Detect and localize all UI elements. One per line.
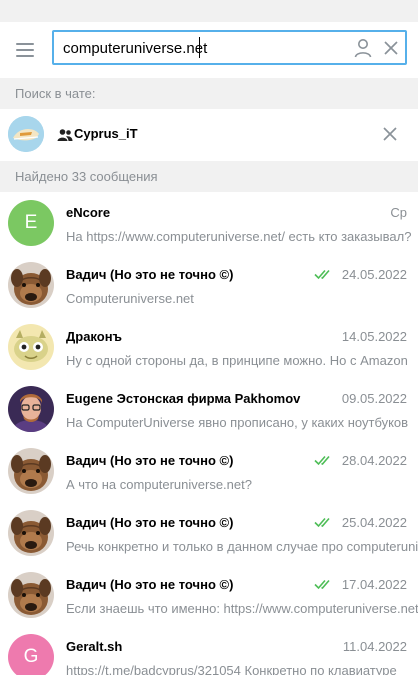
user-filter-icon[interactable] xyxy=(353,37,373,59)
result-sender-name: Драконъ xyxy=(66,329,123,344)
result-date: 28.04.2022 xyxy=(341,453,407,468)
clear-search-icon[interactable] xyxy=(381,37,401,59)
search-result-item[interactable]: Драконъ 14.05.2022 Ну с одной стороны да, … xyxy=(0,316,418,378)
result-message-preview: Речь конкретно и только в данном случае … xyxy=(66,539,418,554)
avatar-person-image xyxy=(8,386,54,432)
result-date: 11.04.2022 xyxy=(342,639,407,654)
result-sender-name: Geralt.sh xyxy=(66,639,123,654)
result-message-preview: Если знаешь что именно: https://www.comp… xyxy=(66,601,418,616)
double-check-icon xyxy=(314,517,330,528)
result-sender-name: Вадич (Но это не точно ©) xyxy=(66,515,234,530)
result-message-preview: Computeruniverse.net xyxy=(66,291,194,306)
result-message-preview: На ComputerUniverse явно прописано, у ка… xyxy=(66,415,409,430)
result-date: 25.04.2022 xyxy=(341,515,407,530)
search-result-item[interactable]: Вадич (Но это не точно ©) 24.05.2022 Compu… xyxy=(0,254,418,316)
avatar-toy-image xyxy=(8,324,54,370)
avatar-dog-image xyxy=(8,572,54,618)
result-sender-name: Eugene Эстонская фирма Pakhomov xyxy=(66,391,301,406)
result-message-preview: А что на computeruniverse.net? xyxy=(66,477,252,492)
search-result-item[interactable]: G Geralt.sh 11.04.2022 https://t.me/badcypr… xyxy=(0,626,418,675)
top-strip xyxy=(0,0,418,22)
result-date: Ср xyxy=(390,205,407,220)
group-icon xyxy=(57,129,73,141)
result-sender-name: Вадич (Но это не точно ©) xyxy=(66,267,234,282)
avatar-dog-image xyxy=(8,448,54,494)
search-result-item[interactable]: Вадич (Но это не точно ©) 17.04.2022 Если … xyxy=(0,564,418,626)
result-message-preview: Ну с одной стороны да, в принципе можно.… xyxy=(66,353,408,368)
search-result-item[interactable]: EeNcore Ср На https://www.computeruniverse… xyxy=(0,192,418,254)
result-sender-name: Вадич (Но это не точно ©) xyxy=(66,577,234,592)
results-count-label: Найдено 33 сообщения xyxy=(0,161,418,192)
result-message-preview: https://t.me/badcyprus/321054 Конкретно … xyxy=(66,663,397,675)
search-input[interactable] xyxy=(63,38,343,58)
result-date: 24.05.2022 xyxy=(341,267,407,282)
result-sender-name: Вадич (Но это не точно ©) xyxy=(66,453,234,468)
avatar: E xyxy=(8,200,54,246)
search-result-item[interactable]: Вадич (Но это не точно ©) 25.04.2022 Речь … xyxy=(0,502,418,564)
search-in-chat-label: Поиск в чате: xyxy=(0,78,418,109)
chat-name: Cyprus_iT xyxy=(74,126,138,141)
double-check-icon xyxy=(314,455,330,466)
avatar-dog-image xyxy=(8,510,54,556)
result-date: 09.05.2022 xyxy=(341,391,407,406)
hamburger-menu-icon[interactable] xyxy=(14,39,36,61)
avatar: G xyxy=(8,634,54,675)
avatar-dog-image xyxy=(8,262,54,308)
search-box[interactable] xyxy=(52,30,407,65)
search-result-item[interactable]: Eugene Эстонская фирма Pakhomov 09.05.202… xyxy=(0,378,418,440)
result-date: 17.04.2022 xyxy=(341,577,407,592)
double-check-icon xyxy=(314,269,330,280)
text-caret xyxy=(199,37,200,58)
search-header xyxy=(0,22,418,78)
result-date: 14.05.2022 xyxy=(341,329,407,344)
close-chat-filter-icon[interactable] xyxy=(380,124,400,144)
result-sender-name: eNcore xyxy=(66,205,111,220)
chat-filter-row: Cyprus_iT xyxy=(0,109,418,161)
double-check-icon xyxy=(314,579,330,590)
result-message-preview: На https://www.computeruniverse.net/ ест… xyxy=(66,229,412,244)
search-result-item[interactable]: Вадич (Но это не точно ©) 28.04.2022 А что… xyxy=(0,440,418,502)
chat-avatar xyxy=(8,116,44,152)
